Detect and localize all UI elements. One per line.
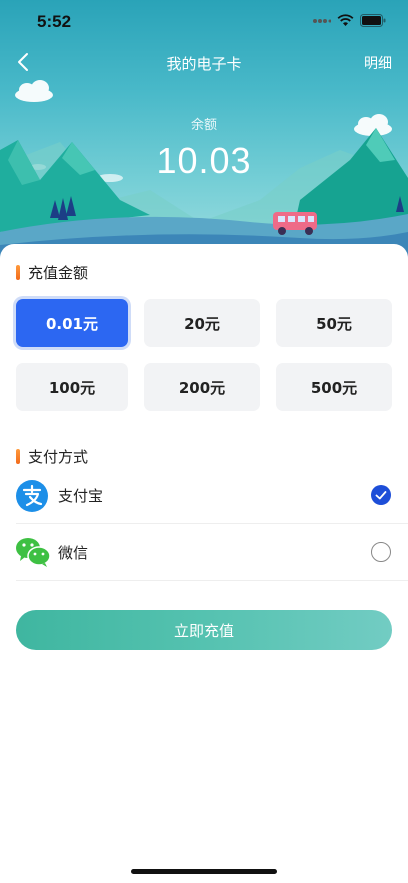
divider [16, 580, 408, 581]
recharge-now-button[interactable]: 立即充值 [16, 610, 392, 650]
balance-value: 10.03 [156, 140, 252, 181]
battery-icon [360, 14, 386, 27]
signal-dots-icon [313, 18, 331, 23]
recharge-amount-header: 充值金额 [16, 262, 88, 283]
checkmark-icon [375, 491, 387, 500]
wifi-icon [337, 14, 354, 26]
payment-option-alipay[interactable]: 支付宝 [0, 467, 408, 523]
recharge-amount-title: 充值金额 [28, 264, 89, 282]
wechat-radio-unchecked[interactable] [371, 542, 391, 562]
status-bar: 5:52 [0, 0, 408, 44]
payment-option-wechat[interactable]: 微信 [0, 524, 408, 580]
amount-option-200[interactable]: 200元 [144, 363, 260, 411]
payment-label-alipay: 支付宝 [58, 487, 104, 505]
wechat-icon [16, 538, 51, 567]
amount-option-0.01[interactable]: 0.01元 [16, 299, 128, 347]
alipay-icon [16, 480, 48, 512]
amount-option-50[interactable]: 50元 [276, 299, 392, 347]
balance-label: 余额 [190, 118, 217, 133]
status-icons [313, 14, 386, 27]
amount-option-500[interactable]: 500元 [276, 363, 392, 411]
section-marker [16, 449, 20, 464]
payment-method-header: 支付方式 [16, 446, 88, 467]
amount-option-20[interactable]: 20元 [144, 299, 260, 347]
page-title: 我的电子卡 [166, 55, 242, 73]
navigation-bar: 我的电子卡 明细 [0, 46, 408, 80]
details-link[interactable]: 明细 [364, 53, 392, 73]
header-scene: 5:52 我的电子卡 明细 余额 10.03 [0, 0, 408, 262]
section-marker [16, 265, 20, 280]
recharge-card: 充值金额 0.01元 20元 50元 100元 200元 500元 支付方式 支… [0, 244, 408, 883]
payment-label-wechat: 微信 [58, 544, 89, 562]
amount-option-100[interactable]: 100元 [16, 363, 128, 411]
status-time: 5:52 [37, 12, 72, 31]
alipay-radio-checked[interactable] [371, 485, 391, 505]
amount-options: 0.01元 20元 50元 100元 200元 500元 [16, 299, 392, 411]
home-indicator [131, 869, 277, 874]
payment-method-title: 支付方式 [28, 448, 89, 466]
